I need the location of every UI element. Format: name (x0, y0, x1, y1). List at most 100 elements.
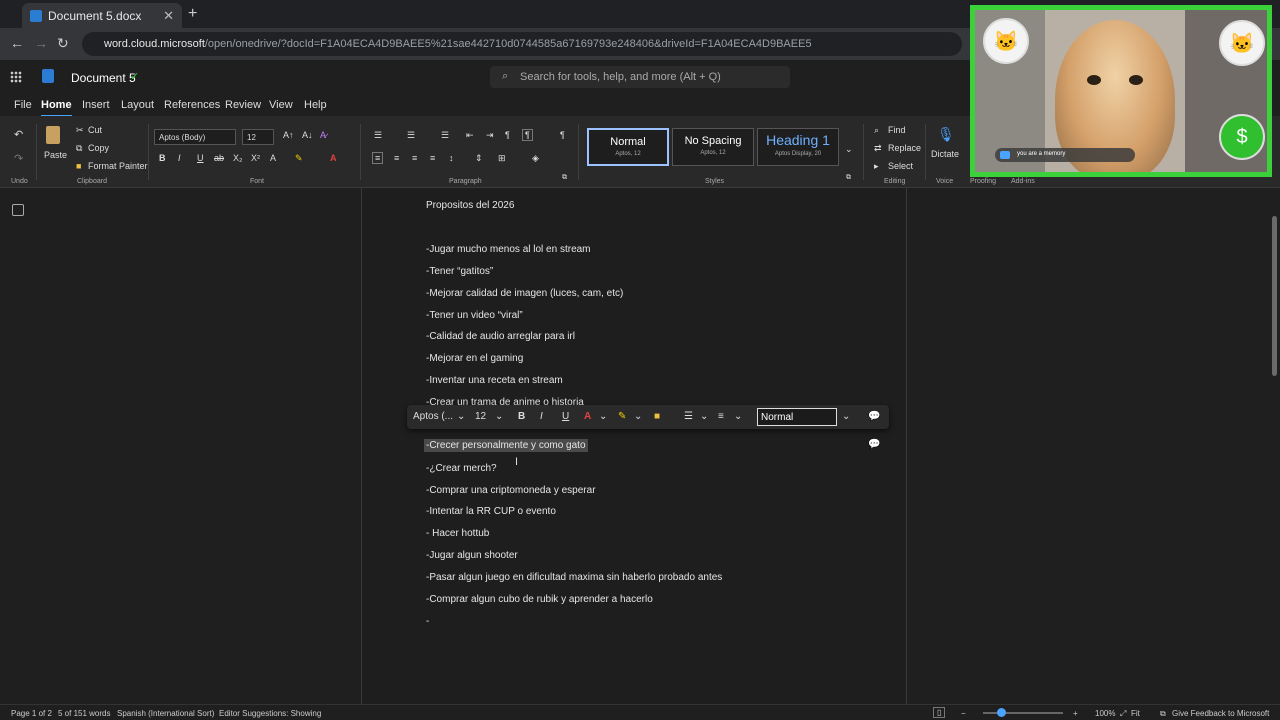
align-right-icon[interactable]: ≡ (412, 153, 417, 163)
mini-format-painter-icon[interactable]: ■ (654, 411, 660, 422)
list-item[interactable]: -Tener un video “viral” (426, 310, 523, 321)
paste-icon[interactable] (46, 126, 60, 144)
paragraph-spacing-icon[interactable]: ⇕ (475, 153, 483, 164)
style-heading-1[interactable]: Heading 1 Aptos Display, 20 (757, 128, 839, 166)
new-tab-button[interactable]: + (188, 5, 197, 23)
superscript-icon[interactable]: X² (251, 153, 260, 163)
list-item[interactable]: -Intentar la RR CUP o evento (426, 506, 556, 517)
fit-button[interactable]: Fit (1131, 709, 1140, 718)
document-title[interactable]: Document 5 (71, 71, 136, 85)
word-count[interactable]: 5 of 151 words (58, 709, 110, 718)
mini-bold-icon[interactable]: B (518, 411, 525, 422)
chevron-down-icon[interactable]: ⌄ (700, 411, 708, 422)
mini-italic-icon[interactable]: I (540, 411, 543, 422)
multilevel-list-icon[interactable]: ☰ (441, 130, 449, 141)
menu-insert[interactable]: Insert (82, 99, 110, 111)
find-button[interactable]: Find (888, 125, 906, 135)
numbering-icon[interactable]: ☰ (407, 130, 415, 141)
borders-icon[interactable]: ⊞ (498, 153, 506, 164)
paragraph-launcher-icon[interactable]: ⧉ (562, 174, 567, 182)
comment-icon[interactable]: 💬 (868, 439, 880, 450)
mini-style-dropdown[interactable]: Normal (757, 408, 837, 426)
search-box[interactable]: ⌕ Search for tools, help, and more (Alt … (490, 66, 790, 88)
list-item[interactable]: - Hacer hottub (426, 528, 489, 539)
list-item[interactable]: -Jugar algun shooter (426, 550, 518, 561)
format-painter-button[interactable]: Format Painter (88, 161, 148, 171)
list-item[interactable]: -Comprar algun cubo de rubik y aprender … (426, 594, 653, 605)
align-center-icon[interactable]: ≡ (394, 153, 399, 163)
chevron-down-icon[interactable]: ⌄ (495, 411, 503, 422)
strikethrough-icon[interactable]: ab (214, 153, 224, 163)
chevron-down-icon[interactable]: ⌄ (457, 411, 465, 422)
mini-size-dropdown[interactable]: 12 (475, 411, 486, 422)
selected-list-item[interactable]: -Crecer personalmente y como gato (424, 439, 588, 452)
undo-icon[interactable]: ↶ (14, 128, 23, 141)
view-mode-icon[interactable]: ▯ (933, 707, 946, 718)
shading-icon[interactable]: ◈ (532, 153, 539, 164)
grow-font-icon[interactable]: A↑ (283, 130, 294, 140)
list-item[interactable]: -Tener “gatitos” (426, 266, 493, 277)
menu-layout[interactable]: Layout (121, 99, 154, 111)
back-icon[interactable]: ← (10, 35, 24, 51)
mini-font-dropdown[interactable]: Aptos (... (413, 411, 453, 422)
mini-highlight-icon[interactable]: ✎ (618, 411, 626, 422)
chevron-down-icon[interactable]: ⌄ (634, 411, 642, 422)
clear-formatting-icon[interactable]: A̷ (320, 130, 326, 140)
rtl-icon[interactable]: ¶ (505, 130, 510, 140)
zoom-level[interactable]: 100% (1095, 709, 1115, 718)
increase-indent-icon[interactable]: ⇥ (486, 130, 494, 141)
zoom-out-icon[interactable]: − (961, 709, 966, 718)
styles-launcher-icon[interactable]: ⧉ (846, 174, 851, 182)
underline-icon[interactable]: U (197, 153, 204, 163)
chevron-down-icon[interactable]: ⌄ (734, 411, 742, 422)
vertical-scrollbar[interactable] (1270, 188, 1280, 704)
list-item[interactable]: -Comprar una criptomoneda y esperar (426, 485, 596, 496)
font-size-dropdown[interactable]: 12 (242, 129, 274, 145)
menu-file[interactable]: File (14, 99, 32, 111)
style-no-spacing[interactable]: No Spacing Aptos, 12 (672, 128, 754, 166)
line-spacing-icon[interactable]: ↕ (449, 153, 454, 163)
list-item[interactable]: - (426, 616, 429, 627)
page-count[interactable]: Page 1 of 2 (11, 709, 52, 718)
redo-icon[interactable]: ↷ (14, 152, 23, 165)
italic-icon[interactable]: I (178, 153, 181, 163)
menu-home[interactable]: Home (41, 99, 72, 117)
browser-tab[interactable]: Document 5.docx ✕ (22, 3, 182, 28)
select-button[interactable]: Select (888, 161, 913, 171)
mini-comment-icon[interactable]: 💬 (868, 411, 880, 422)
bold-icon[interactable]: B (159, 153, 166, 163)
mini-font-color-icon[interactable]: A (584, 411, 591, 422)
app-launcher-icon[interactable] (10, 71, 22, 83)
url-field[interactable]: word.cloud.microsoft/open/onedrive/?docI… (82, 32, 962, 56)
navigation-pane-icon[interactable] (12, 204, 24, 216)
list-item[interactable]: -Inventar una receta en stream (426, 375, 563, 386)
language-status[interactable]: Spanish (International Sort) (117, 709, 214, 718)
text-effects-icon[interactable]: A (270, 153, 276, 163)
cut-button[interactable]: Cut (88, 125, 102, 135)
menu-review[interactable]: Review (225, 99, 261, 111)
menu-help[interactable]: Help (304, 99, 327, 111)
justify-icon[interactable]: ≡ (430, 153, 435, 163)
chevron-down-icon[interactable]: ⌄ (599, 411, 607, 422)
chevron-down-icon[interactable]: ⌄ (842, 411, 850, 422)
zoom-slider-thumb[interactable] (997, 708, 1006, 717)
list-item[interactable]: -Calidad de audio arreglar para irl (426, 331, 575, 342)
font-name-dropdown[interactable]: Aptos (Body) (154, 129, 236, 145)
show-formatting-icon[interactable]: ¶ (560, 130, 565, 140)
feedback-link[interactable]: Give Feedback to Microsoft (1172, 709, 1269, 718)
subscript-icon[interactable]: X₂ (233, 153, 243, 163)
list-item[interactable]: -¿Crear merch? (426, 463, 497, 474)
styles-gallery-more-icon[interactable]: ⌄ (845, 144, 853, 155)
zoom-slider[interactable] (983, 712, 1063, 714)
list-item[interactable]: -Pasar algun juego en dificultad maxima … (426, 572, 722, 583)
bullets-icon[interactable]: ☰ (374, 130, 382, 141)
shrink-font-icon[interactable]: A↓ (302, 130, 313, 140)
microphone-icon[interactable]: 🎙 (937, 126, 955, 143)
close-tab-icon[interactable]: ✕ (163, 8, 174, 24)
list-item[interactable]: -Mejorar en el gaming (426, 353, 523, 364)
mini-align-icon[interactable]: ≡ (718, 411, 724, 422)
mini-bullets-icon[interactable]: ☰ (684, 411, 693, 422)
copy-button[interactable]: Copy (88, 143, 109, 153)
font-color-icon[interactable]: A (330, 153, 337, 163)
dictate-button[interactable]: Dictate (931, 149, 959, 159)
